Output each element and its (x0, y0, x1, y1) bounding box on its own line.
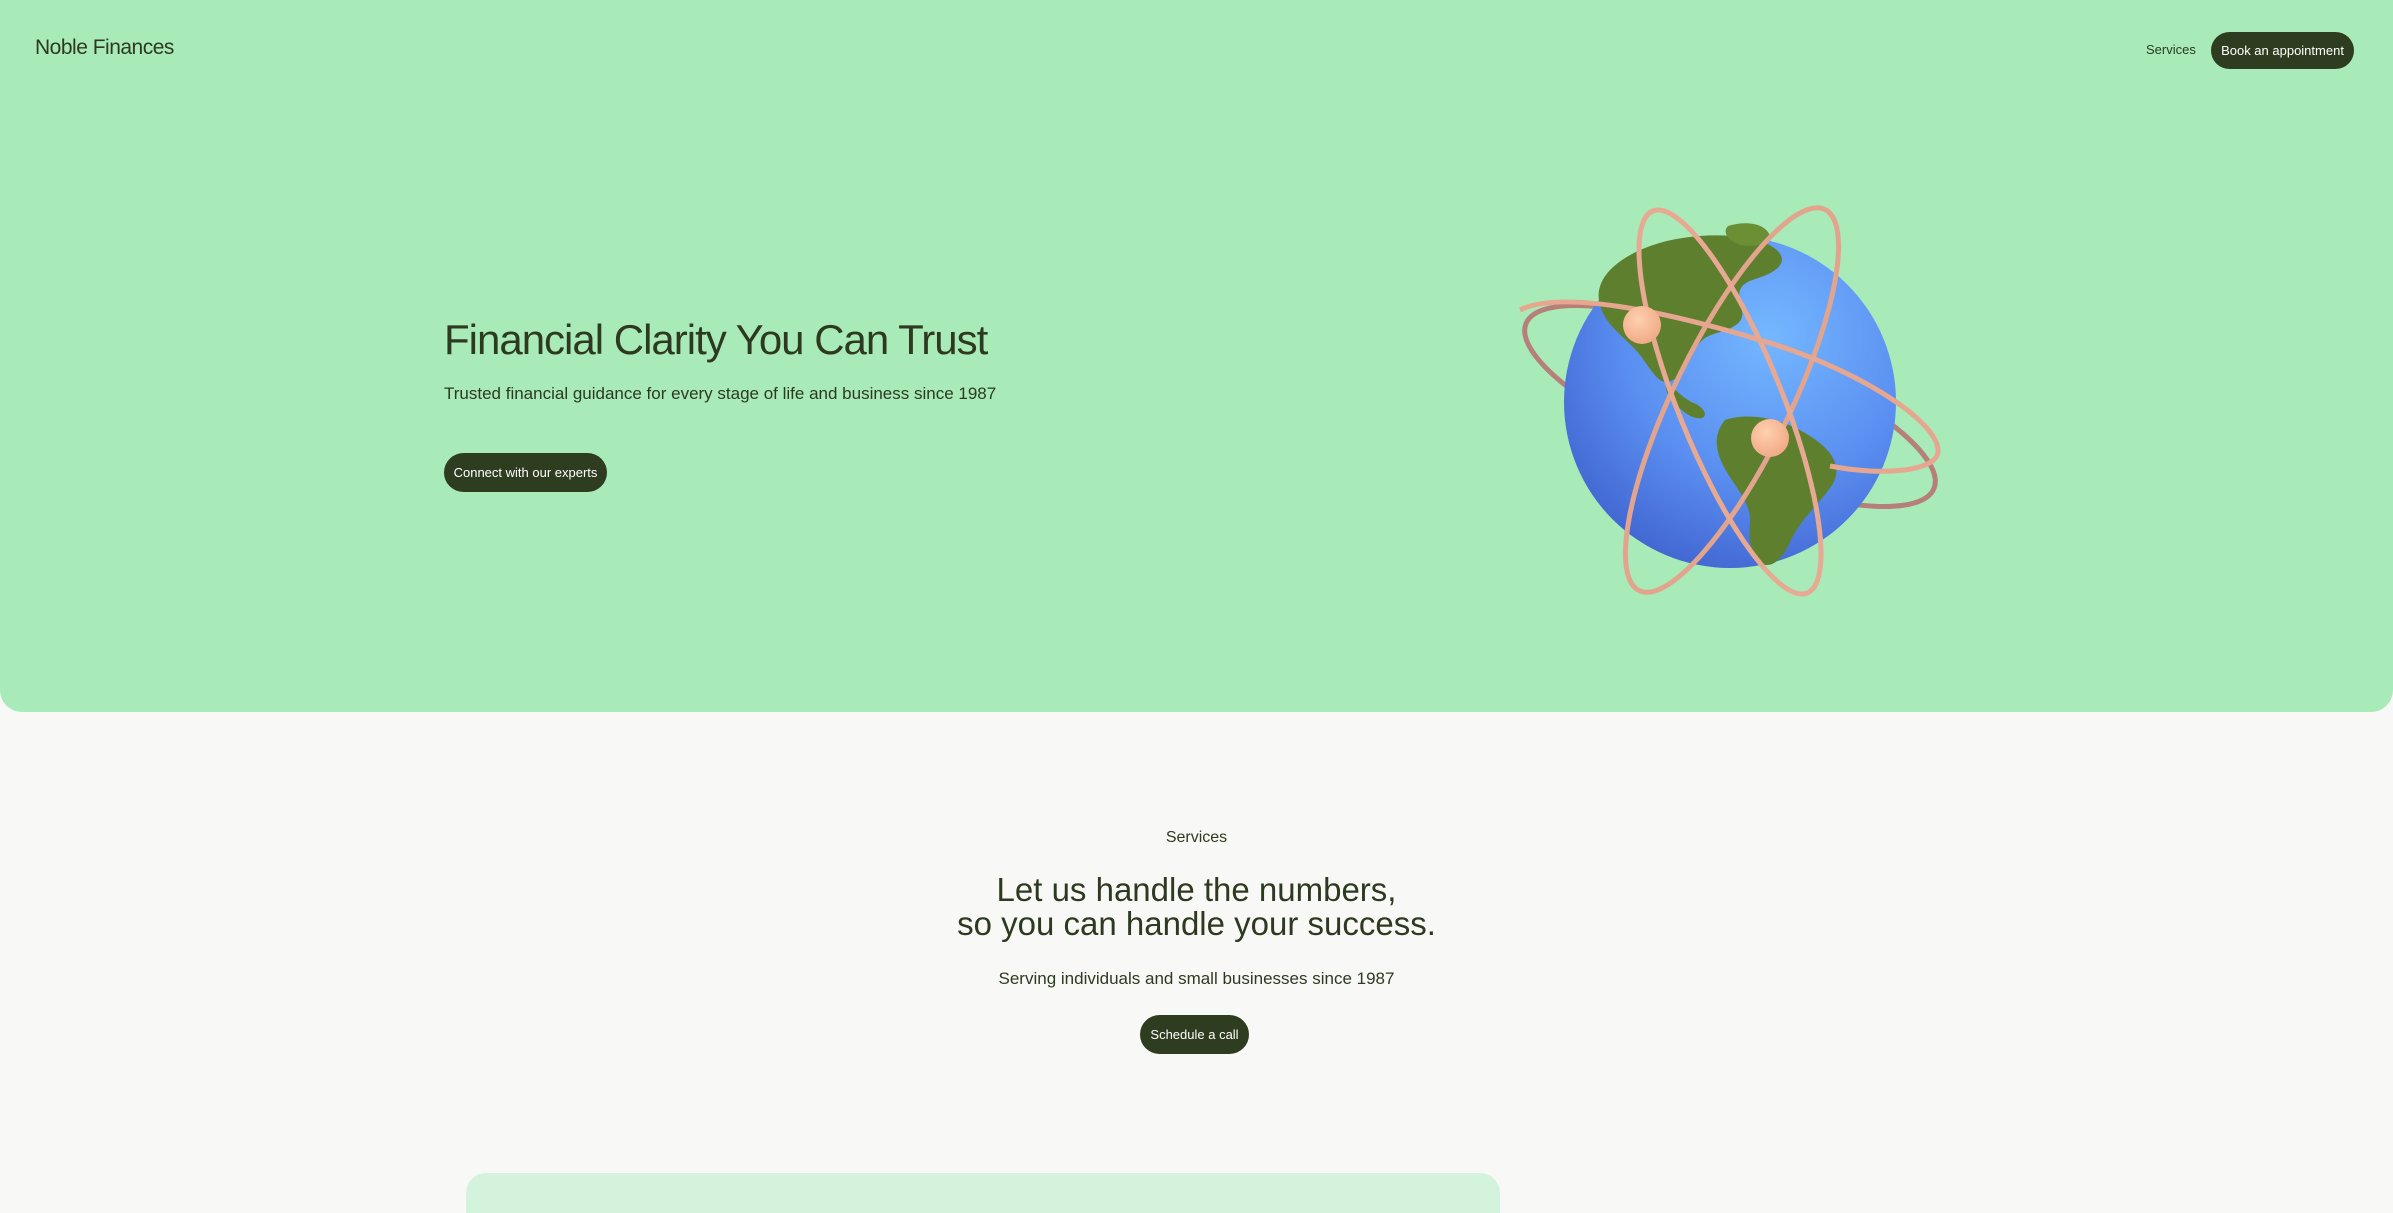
services-title-line: Let us handle the numbers, (996, 871, 1397, 908)
globe-illustration (1518, 205, 1941, 597)
services-subtitle: Serving individuals and small businesses… (998, 969, 1395, 988)
services-title-line: so you can handle your success. (957, 905, 1436, 942)
services-title: Let us handle the numbers, so you can ha… (0, 873, 2393, 941)
services-eyebrow: Services (1165, 829, 1228, 846)
nav-link-services[interactable]: Services (2146, 42, 2196, 57)
orbit-node (1751, 419, 1789, 457)
book-appointment-button[interactable]: Book an appointment (2211, 32, 2354, 69)
orbit-node (1623, 306, 1661, 344)
hero-title: Financial Clarity You Can Trust (444, 316, 988, 363)
schedule-call-button[interactable]: Schedule a call (1140, 1015, 1249, 1054)
hero-section: Noble Finances Services Book an appointm… (0, 0, 2393, 712)
connect-experts-button[interactable]: Connect with our experts (444, 453, 607, 492)
brand-logo[interactable]: Noble Finances (35, 36, 174, 60)
hero-subtitle: Trusted financial guidance for every sta… (444, 384, 997, 403)
service-card (466, 1173, 1500, 1213)
